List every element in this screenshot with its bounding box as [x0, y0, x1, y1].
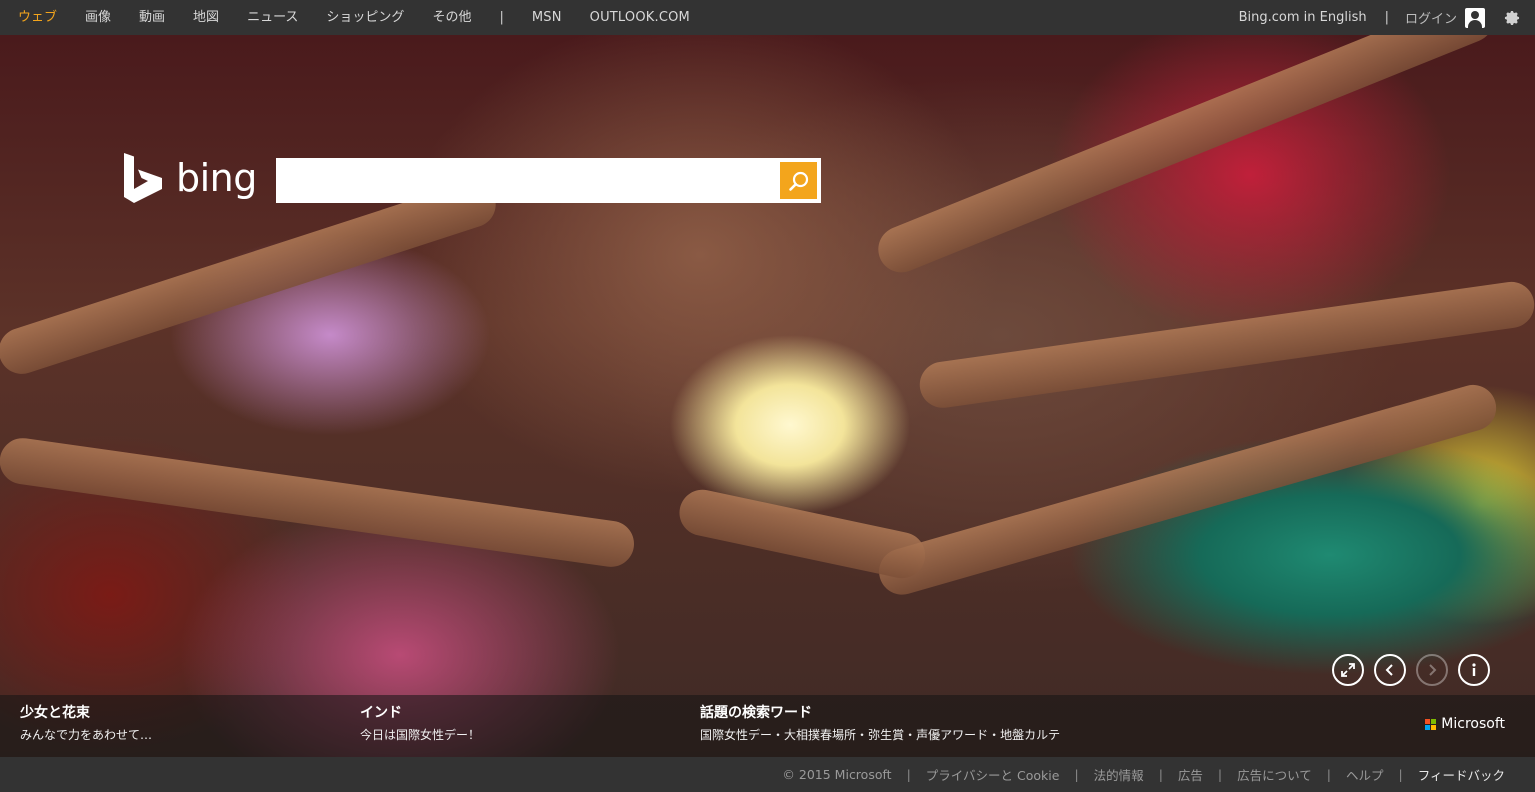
nav-videos[interactable]: 動画: [139, 0, 165, 35]
about-ads-link[interactable]: 広告について: [1237, 765, 1312, 784]
footer-separator: |: [1158, 767, 1163, 782]
user-icon[interactable]: [1465, 7, 1485, 28]
trending-searches: 話題の検索ワード 国際女性デー・大相撲春場所・弥生賞・声優アワード・地盤カルテ: [700, 703, 1060, 745]
nav-more[interactable]: その他: [432, 0, 471, 35]
footer-separator: |: [1074, 767, 1079, 782]
trending-list: 国際女性デー・大相撲春場所・弥生賞・声優アワード・地盤カルテ: [700, 725, 1060, 745]
image-info-button[interactable]: [1458, 654, 1490, 686]
search-input[interactable]: [276, 158, 780, 203]
legal-link[interactable]: 法的情報: [1094, 765, 1144, 784]
image-info[interactable]: 少女と花束 みんなで力をあわせて…: [20, 703, 152, 745]
info-strip: 少女と花束 みんなで力をあわせて… インド 今日は国際女性デー！ 話題の検索ワー…: [0, 695, 1535, 757]
top-bar: ウェブ 画像 動画 地図 ニュース ショッピング その他 | MSN OUTLO…: [0, 0, 1535, 35]
account-separator: |: [1384, 10, 1389, 25]
search-button[interactable]: [780, 162, 817, 199]
trending-separator: ・: [904, 728, 917, 742]
nav-outlook[interactable]: OUTLOOK.COM: [590, 0, 690, 35]
footer-separator: |: [1326, 767, 1331, 782]
arm-shape: [0, 175, 502, 380]
info-icon: [1472, 663, 1476, 676]
trending-separator: ・: [856, 728, 869, 742]
next-image-button[interactable]: [1416, 654, 1448, 686]
nav-separator: |: [499, 10, 504, 25]
ads-link[interactable]: 広告: [1178, 765, 1203, 784]
search-icon: [788, 171, 808, 191]
country-title[interactable]: インド: [360, 703, 480, 723]
trending-title: 話題の検索ワード: [700, 705, 812, 721]
search-box: [276, 158, 821, 203]
trending-term[interactable]: 声優アワード: [916, 728, 988, 742]
gear-icon[interactable]: [1503, 9, 1521, 27]
copyright: © 2015 Microsoft: [782, 767, 892, 782]
account-area: Bing.com in English | ログイン: [1239, 0, 1521, 35]
trending-term[interactable]: 国際女性デー: [700, 728, 772, 742]
microsoft-logo[interactable]: Microsoft: [1425, 716, 1505, 732]
footer: © 2015 Microsoft | プライバシーと Cookie | 法的情報…: [0, 757, 1535, 792]
arm-shape: [0, 435, 637, 570]
microsoft-text: Microsoft: [1441, 716, 1505, 732]
login-link[interactable]: ログイン: [1405, 8, 1457, 27]
previous-icon: [1385, 664, 1393, 676]
footer-separator: |: [906, 767, 911, 782]
footer-separator: |: [1217, 767, 1223, 782]
trending-separator: ・: [988, 728, 1001, 742]
nav-web[interactable]: ウェブ: [18, 0, 57, 35]
image-controls: [1332, 654, 1500, 686]
trending-term[interactable]: 地盤カルテ: [1000, 728, 1060, 742]
nav-maps[interactable]: 地図: [193, 0, 219, 35]
arm-shape: [916, 278, 1535, 411]
bing-logo[interactable]: bing: [122, 152, 257, 204]
arm-shape: [871, 35, 1501, 280]
trending-term[interactable]: 弥生賞: [868, 728, 904, 742]
arm-shape: [873, 379, 1502, 601]
background-image: [0, 35, 1535, 757]
previous-image-button[interactable]: [1374, 654, 1406, 686]
image-caption[interactable]: みんなで力をあわせて…: [20, 725, 152, 745]
country-info[interactable]: インド 今日は国際女性デー！: [360, 703, 480, 745]
privacy-link[interactable]: プライバシーと Cookie: [926, 765, 1060, 784]
nav-msn[interactable]: MSN: [532, 0, 562, 35]
fullscreen-button[interactable]: [1332, 654, 1364, 686]
nav-news[interactable]: ニュース: [247, 0, 298, 35]
footer-separator: |: [1398, 767, 1403, 782]
english-link[interactable]: Bing.com in English: [1239, 10, 1367, 25]
nav-images[interactable]: 画像: [85, 0, 111, 35]
feedback-link[interactable]: フィードバック: [1418, 765, 1505, 784]
bing-logo-text: bing: [176, 156, 257, 200]
image-title[interactable]: 少女と花束: [20, 703, 152, 723]
fullscreen-icon: [1341, 663, 1355, 677]
arm-shape: [675, 485, 930, 583]
help-link[interactable]: ヘルプ: [1346, 765, 1384, 784]
country-caption[interactable]: 今日は国際女性デー！: [360, 725, 480, 745]
trending-term[interactable]: 大相撲春場所: [784, 728, 856, 742]
bing-logo-icon: [124, 153, 162, 203]
microsoft-logo-icon: [1425, 718, 1437, 730]
nav-shopping[interactable]: ショッピング: [326, 0, 404, 35]
scope-nav: ウェブ 画像 動画 地図 ニュース ショッピング その他 | MSN OUTLO…: [0, 0, 718, 35]
next-icon: [1429, 664, 1437, 676]
trending-separator: ・: [772, 728, 785, 742]
